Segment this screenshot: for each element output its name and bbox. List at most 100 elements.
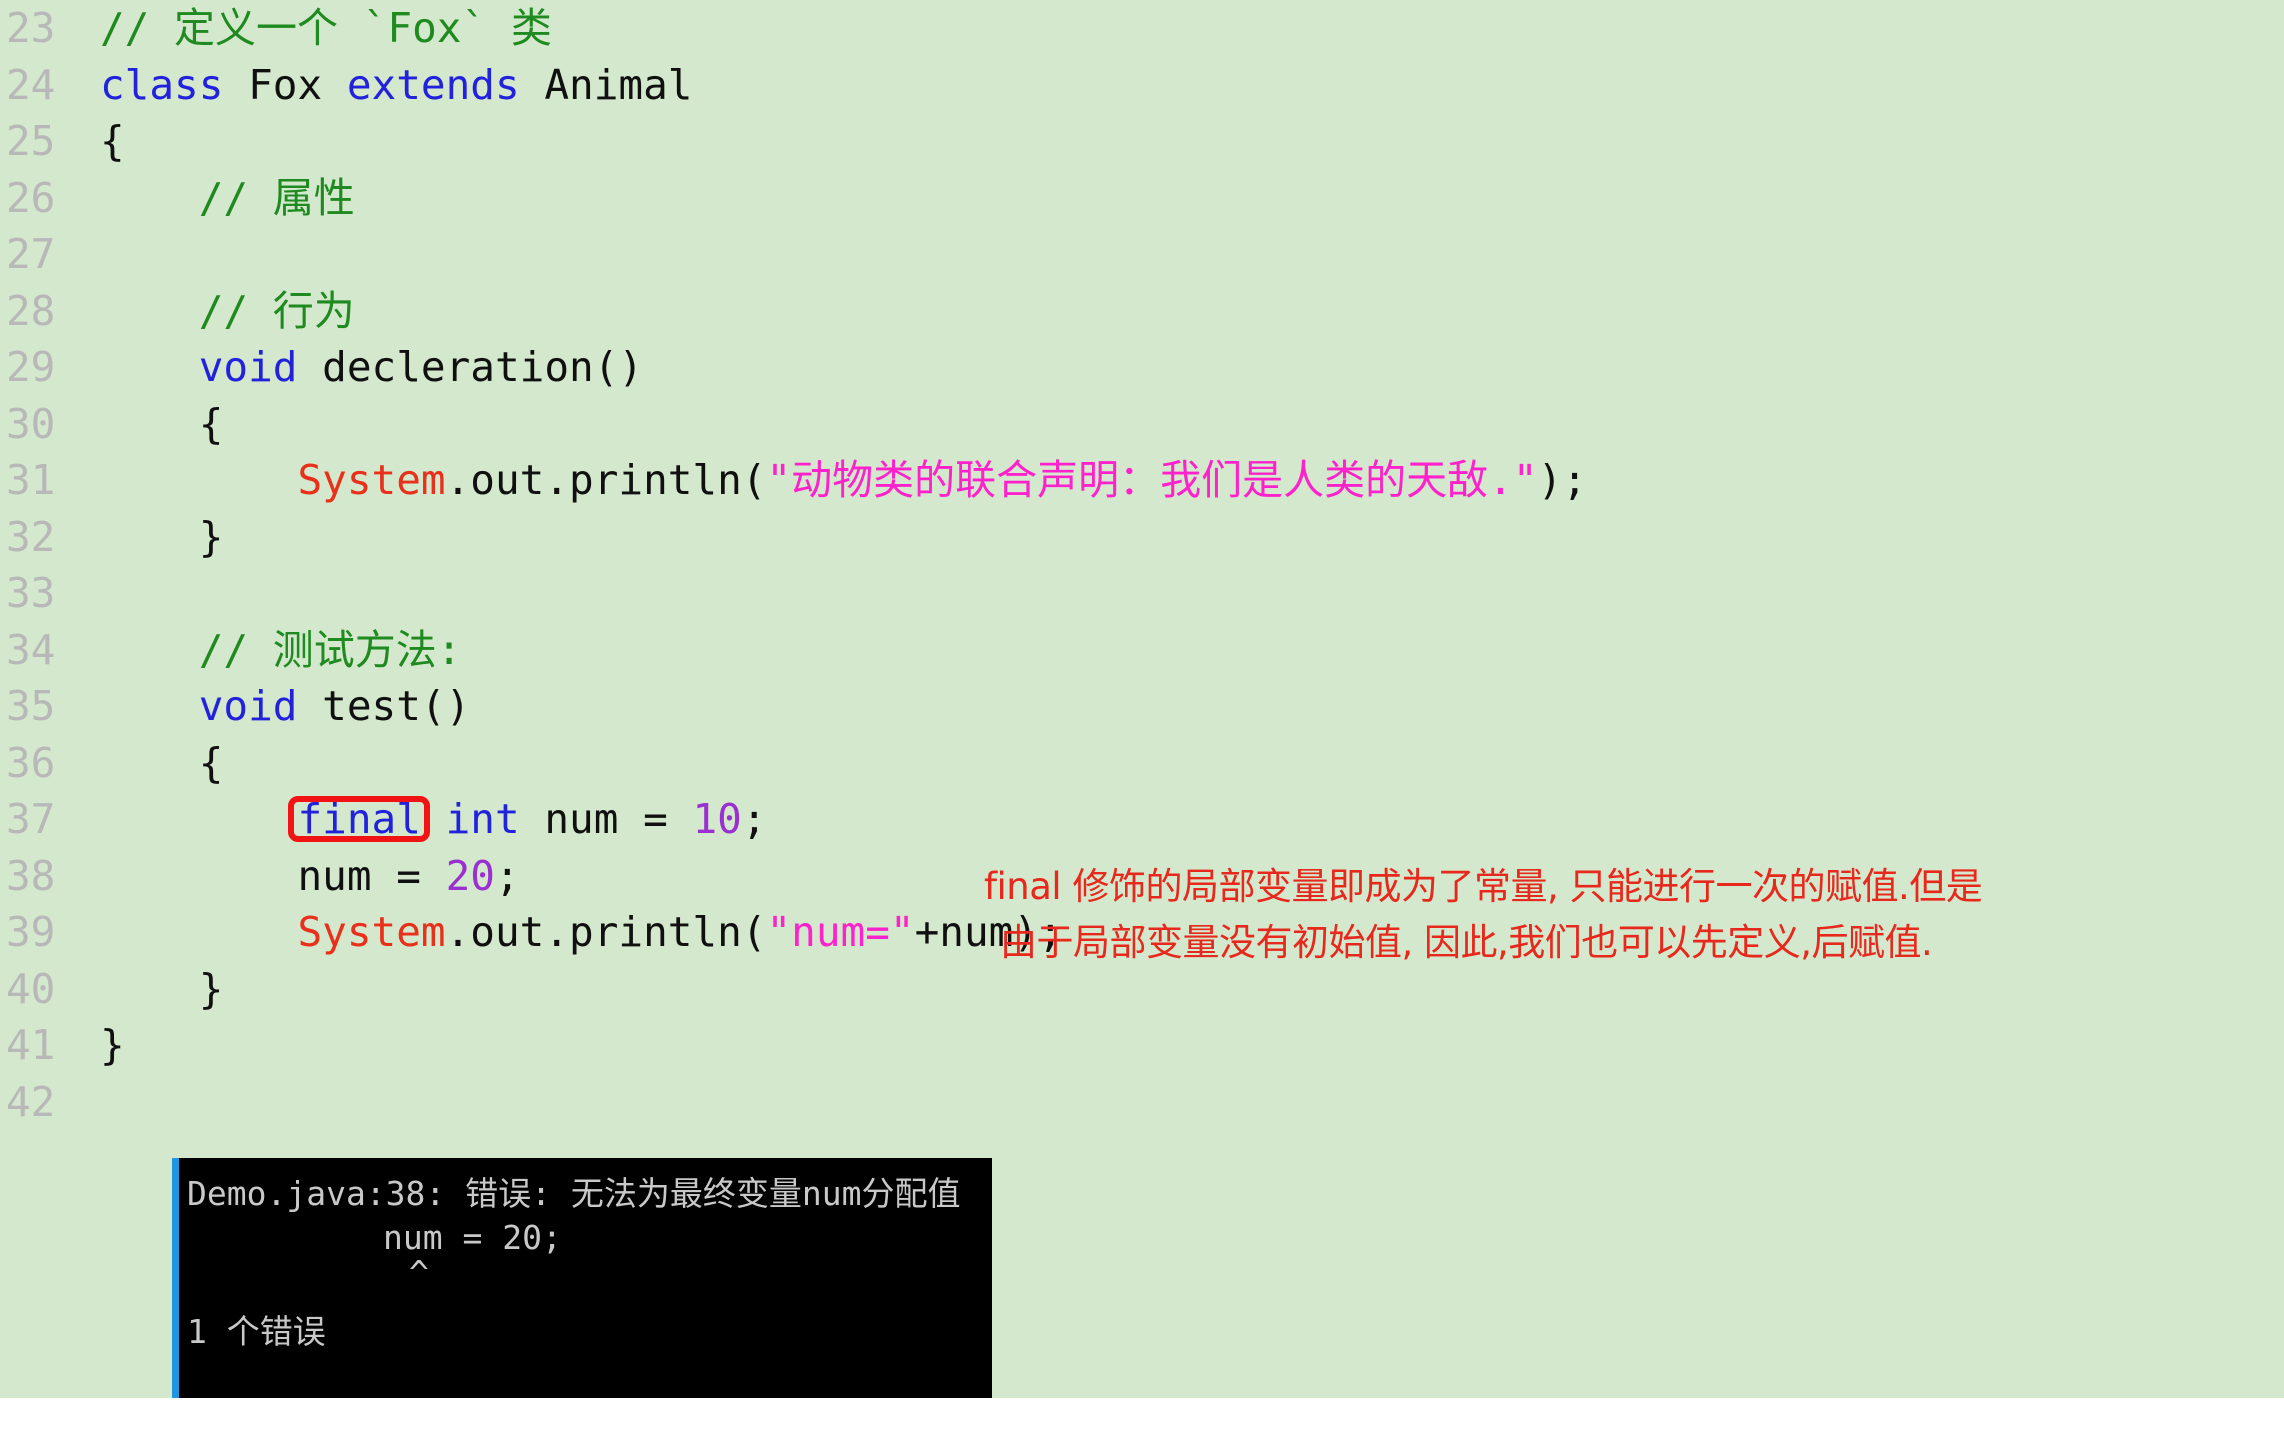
code-token: void <box>198 343 323 391</box>
line-number: 32 <box>6 512 56 561</box>
line-number: 31 <box>6 456 56 504</box>
code-line[interactable]: 36 { <box>0 735 2284 792</box>
annotation-line-1: final 修饰的局部变量即成为了常量, 只能进行一次的赋值.但是 <box>984 865 1983 908</box>
code-line-text: // 定义一个 `Fox` 类 <box>100 0 552 57</box>
code-token: Fox <box>248 60 347 109</box>
code-token: } <box>198 964 224 1013</box>
console-error-count: 1 个错误 <box>187 1312 326 1351</box>
line-number: 25 <box>6 117 56 165</box>
line-number: 34 <box>6 625 56 674</box>
code-token: ; <box>741 795 767 843</box>
code-token: decleration() <box>322 343 644 391</box>
code-token: System <box>297 456 446 504</box>
code-token: test() <box>322 682 471 730</box>
line-number: 37 <box>6 795 56 843</box>
code-token: // 定义一个 `Fox` 类 <box>100 4 552 52</box>
code-line-text: void decleration() <box>100 339 643 396</box>
line-number: 36 <box>6 738 56 787</box>
line-number: 27 <box>6 230 56 278</box>
code-token: class <box>100 60 249 109</box>
line-number: 24 <box>6 60 56 109</box>
highlighted-keyword-final[interactable]: final <box>288 791 431 848</box>
code-line[interactable]: 30 { <box>0 396 2284 453</box>
code-line-text: void test() <box>100 678 471 735</box>
code-token: Animal <box>544 60 693 109</box>
code-line[interactable]: 34 // 测试方法: <box>0 622 2284 679</box>
code-line[interactable]: 28 // 行为 <box>0 283 2284 340</box>
code-line-text: } <box>100 509 224 566</box>
code-line-text: } <box>100 1017 125 1074</box>
code-line-text: class Fox extends Animal <box>100 57 692 114</box>
code-line[interactable]: 42 <box>0 1074 2284 1131</box>
line-number: 35 <box>6 682 56 730</box>
console-output-panel: Demo.java:38: 错误: 无法为最终变量num分配值 num = 20… <box>172 1158 992 1398</box>
code-token: "num=" <box>766 908 915 956</box>
code-token: 20 <box>445 851 495 900</box>
code-token: // 行为 <box>198 286 355 335</box>
code-line-text: System.out.println("num="+num); <box>100 904 1062 961</box>
code-token: extends <box>346 60 545 109</box>
code-line[interactable]: 37 final int num = 10; <box>0 791 2284 848</box>
code-line-text: System.out.println("动物类的联合声明：我们是人类的天敌.")… <box>100 452 1587 509</box>
code-line-text: { <box>100 735 224 792</box>
code-line[interactable]: 26 // 属性 <box>0 170 2284 227</box>
line-number: 29 <box>6 343 56 391</box>
line-number: 23 <box>6 4 56 52</box>
code-line[interactable]: 32 } <box>0 509 2284 566</box>
console-error-caret: ^ <box>409 1253 429 1292</box>
annotation-line-2: 由于局部变量没有初始值, 因此,我们也可以先定义,后赋值. <box>1000 921 1933 964</box>
code-line-text: // 属性 <box>100 170 355 227</box>
code-line[interactable]: 35 void test() <box>0 678 2284 735</box>
code-line[interactable]: 23 // 定义一个 `Fox` 类 <box>0 0 2284 57</box>
code-line-text: num = 20; <box>100 848 520 905</box>
code-line-text: } <box>100 961 224 1018</box>
console-error-header: Demo.java:38: 错误: 无法为最终变量num分配值 <box>187 1174 961 1213</box>
code-token: num = <box>544 795 693 843</box>
code-line-text: { <box>100 113 125 170</box>
code-line-text: // 行为 <box>100 283 355 340</box>
code-token: .out.println( <box>445 456 767 504</box>
code-line[interactable]: 33 <box>0 565 2284 622</box>
code-token: } <box>100 1021 125 1069</box>
line-number: 26 <box>6 173 56 222</box>
code-line[interactable]: 29 void decleration() <box>0 339 2284 396</box>
code-line[interactable]: 25 { <box>0 113 2284 170</box>
code-token: ; <box>494 851 520 900</box>
code-token: System <box>297 908 446 956</box>
code-token: // 属性 <box>198 173 355 222</box>
code-token: 10 <box>692 795 742 843</box>
line-number: 42 <box>6 1077 56 1126</box>
line-number: 30 <box>6 399 56 448</box>
code-line[interactable]: 41} <box>0 1017 2284 1074</box>
code-line[interactable]: 31 System.out.println("动物类的联合声明：我们是人类的天敌… <box>0 452 2284 509</box>
console-error-source: num = 20; <box>383 1218 562 1257</box>
code-token: num = <box>297 851 446 900</box>
code-line[interactable]: 40 } <box>0 961 2284 1018</box>
line-number: 41 <box>6 1021 56 1069</box>
code-token: "动物类的联合声明：我们是人类的天敌." <box>766 456 1538 504</box>
line-number: 38 <box>6 851 56 900</box>
code-token: ); <box>1537 456 1587 504</box>
code-token: void <box>198 682 323 730</box>
code-line-text: // 测试方法: <box>100 622 462 679</box>
code-token: // 测试方法: <box>198 625 462 674</box>
code-editor[interactable]: 23 // 定义一个 `Fox` 类 24 class Fox extends Ani… <box>0 0 2284 1398</box>
code-token: } <box>198 512 224 561</box>
line-number: 39 <box>6 908 56 956</box>
code-line[interactable]: 27 <box>0 226 2284 283</box>
code-line[interactable]: 24 class Fox extends Animal <box>0 57 2284 114</box>
